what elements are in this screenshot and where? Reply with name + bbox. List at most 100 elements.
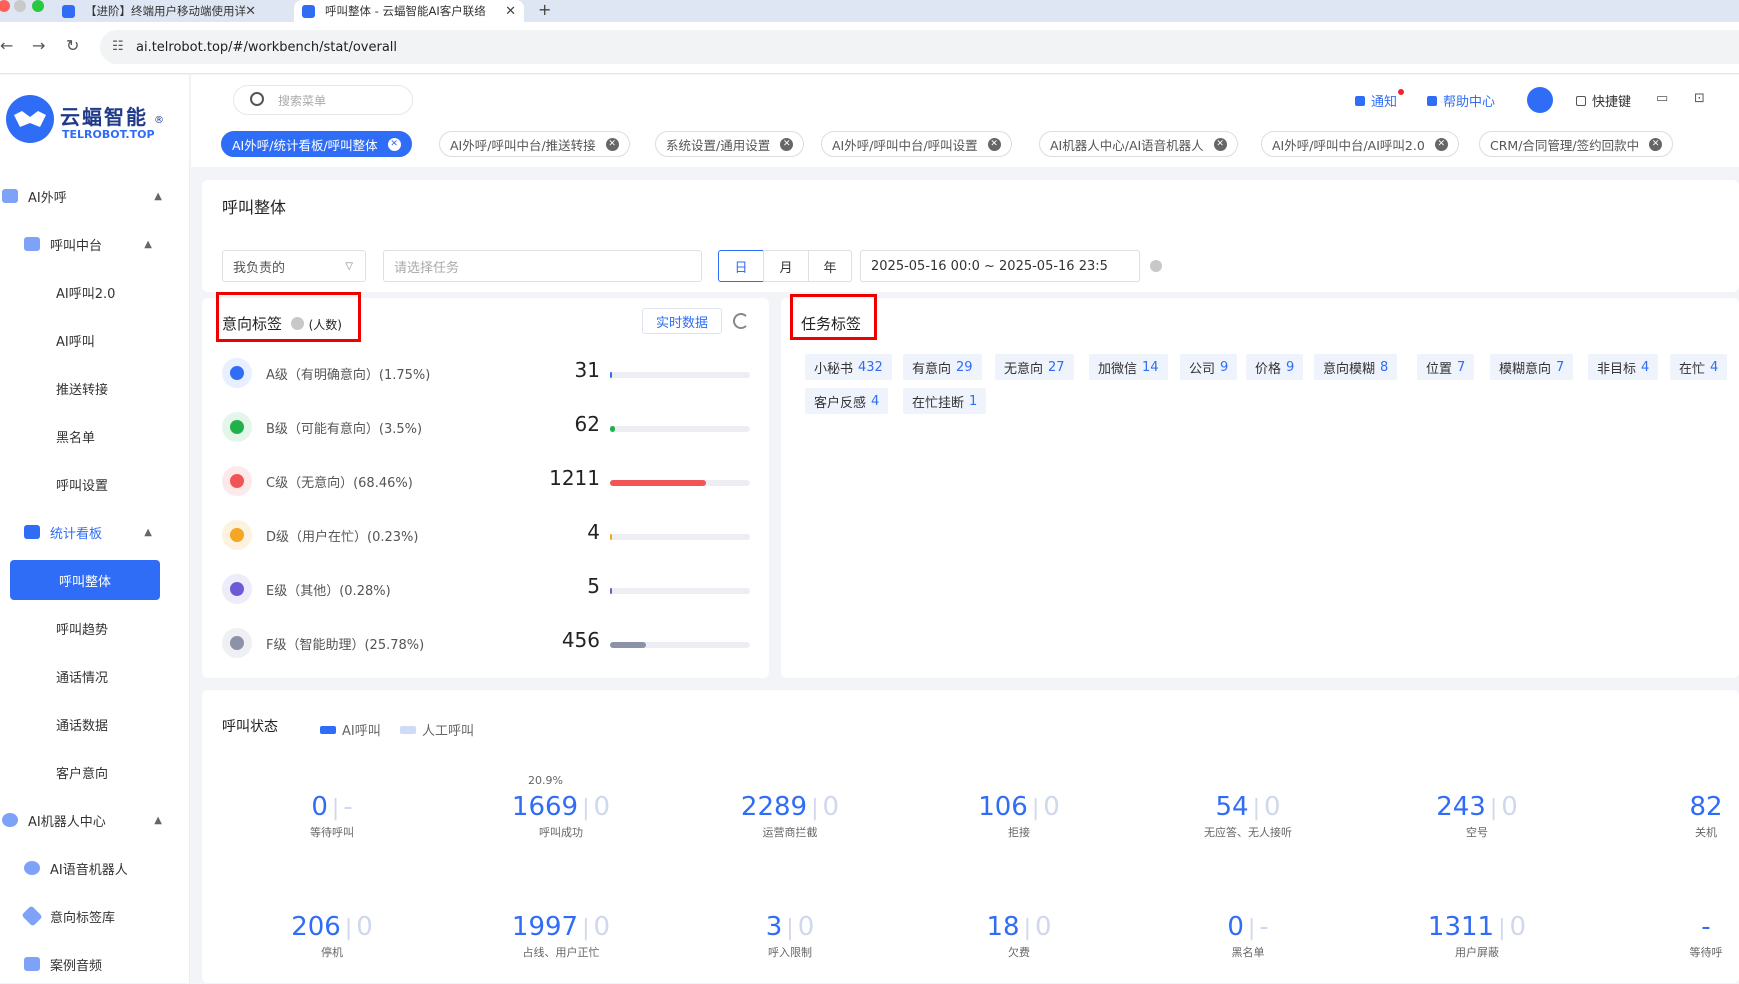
sidebar-item-customer-intent[interactable]: 客户意向 [0, 752, 190, 792]
url-field[interactable]: ☷ ai.telrobot.top/#/workbench/stat/overa… [100, 30, 1739, 64]
progress-bar [610, 372, 750, 378]
shortcut-button[interactable]: 快捷键 [1576, 91, 1631, 110]
task-tag-chip[interactable]: 客户反感 4 [805, 388, 889, 414]
favicon-icon [62, 4, 75, 18]
screenshot-icon[interactable]: ⊡ [1694, 91, 1705, 106]
task-tag-chip[interactable]: 无意向 27 [995, 354, 1074, 380]
sidebar-item-push-transfer[interactable]: 推送转接 [0, 368, 190, 408]
sidebar-group-ai-robot-center[interactable]: AI机器人中心 ▲ [0, 800, 190, 840]
window-icon[interactable]: ▭ [1656, 91, 1668, 106]
task-tag-chip[interactable]: 意向模糊 8 [1314, 354, 1398, 380]
close-window-icon[interactable] [0, 0, 10, 12]
sidebar-item-call-data[interactable]: 通话数据 [0, 704, 190, 744]
new-tab-button[interactable]: + [538, 0, 551, 19]
page-tab-label: AI外呼/呼叫中台/推送转接 [450, 137, 596, 153]
task-tag-chip[interactable]: 有意向 29 [903, 354, 982, 380]
close-tab-icon[interactable]: ✕ [605, 137, 619, 151]
stat-manual-value: - [1259, 912, 1269, 942]
chart-icon [24, 525, 40, 539]
period-day-button[interactable]: 日 [718, 250, 764, 282]
page-tab-ai-call-2[interactable]: AI外呼/呼叫中台/AI呼叫2.0 ✕ [1261, 131, 1459, 157]
minimize-window-icon[interactable] [14, 0, 26, 12]
progress-bar [610, 480, 750, 486]
page-tab-call-settings[interactable]: AI外呼/呼叫中台/呼叫设置 ✕ [821, 131, 1012, 157]
owner-select[interactable]: 我负责的 ▽ [222, 250, 366, 282]
browser-tab[interactable]: 【进阶】终端用户移动端使用详 ✕ [54, 0, 264, 22]
page-tab-contract-payment[interactable]: CRM/合同管理/签约回款中 ✕ [1479, 131, 1674, 157]
sidebar-item-intent-tag-library[interactable]: 意向标签库 [0, 896, 190, 936]
progress-fill [610, 480, 706, 486]
notification-dot [1398, 89, 1404, 95]
info-icon[interactable] [290, 317, 304, 330]
sidebar-group-call-center[interactable]: 呼叫中台 ▲ [0, 224, 190, 264]
task-tag-chip[interactable]: 加微信 14 [1089, 354, 1168, 380]
page-tab-call-overall[interactable]: AI外呼/统计看板/呼叫整体 ✕ [221, 131, 412, 157]
sidebar-item-call-overall[interactable]: 呼叫整体 [10, 560, 160, 600]
help-center-button[interactable]: 帮助中心 [1427, 91, 1495, 110]
date-range-picker[interactable]: 2025-05-16 00:0 ~ 2025-05-16 23:5 [860, 250, 1140, 282]
sidebar-item-call-settings[interactable]: 呼叫设置 [0, 464, 190, 504]
task-tag-chip[interactable]: 公司 9 [1180, 354, 1238, 380]
forward-icon[interactable]: → [32, 36, 45, 55]
call-status-stat: 0 | - 等待呼叫 [262, 792, 402, 840]
sidebar-item-ai-call-2[interactable]: AI呼叫2.0 [0, 272, 190, 312]
task-tag-chip[interactable]: 价格 9 [1246, 354, 1304, 380]
browser-tab-title: 【进阶】终端用户移动端使用详 [85, 4, 246, 18]
reload-icon[interactable]: ↻ [66, 36, 79, 55]
call-status-title: 呼叫状态 [222, 719, 278, 735]
info-icon[interactable] [1150, 260, 1162, 272]
task-tag-chip[interactable]: 小秘书 432 [805, 354, 892, 380]
task-tag-chip[interactable]: 位置 7 [1417, 354, 1475, 380]
back-icon[interactable]: ← [0, 36, 13, 55]
close-tab-icon[interactable]: ✕ [245, 4, 256, 19]
sidebar-group-label: 统计看板 [50, 526, 103, 542]
close-tab-icon[interactable]: ✕ [780, 137, 794, 151]
page-tab-push-transfer[interactable]: AI外呼/呼叫中台/推送转接 ✕ [439, 131, 630, 157]
task-select[interactable]: 请选择任务 [383, 250, 702, 282]
close-tab-icon[interactable]: ✕ [987, 137, 1001, 151]
registered-mark: ® [154, 115, 164, 126]
task-tag-chip[interactable]: 在忙挂断 1 [903, 388, 987, 414]
maximize-window-icon[interactable] [32, 0, 44, 12]
browser-tab-active[interactable]: 呼叫整体 - 云蝠智能AI客户联络 ✕ [294, 0, 524, 22]
realtime-data-button[interactable]: 实时数据 [642, 308, 722, 334]
progress-fill [610, 534, 612, 540]
sidebar-item-ai-call[interactable]: AI呼叫 [0, 320, 190, 360]
tag-name: 意向模糊 [1323, 361, 1376, 377]
intent-title-text: 意向标签 [222, 315, 283, 333]
task-tag-chip[interactable]: 非目标 4 [1588, 354, 1659, 380]
close-tab-icon[interactable]: ✕ [1649, 137, 1663, 151]
logo-text: 云蝠智能 [60, 105, 148, 129]
sidebar-item-blacklist[interactable]: 黑名单 [0, 416, 190, 456]
avatar[interactable] [1527, 87, 1553, 113]
task-tag-chip[interactable]: 在忙 4 [1670, 354, 1728, 380]
stat-label: 等待呼叫 [310, 826, 354, 839]
period-year-button[interactable]: 年 [808, 250, 852, 282]
legend-manual[interactable]: 人工呼叫 [400, 720, 474, 739]
stat-label: 占线、用户正忙 [522, 946, 600, 959]
task-tag-chip[interactable]: 模糊意向 7 [1490, 354, 1574, 380]
menu-search-input[interactable]: 搜索菜单 [233, 85, 413, 115]
site-settings-icon[interactable]: ☷ [112, 39, 124, 54]
close-tab-icon[interactable]: ✕ [505, 4, 516, 19]
chevron-up-icon: ▲ [144, 526, 152, 538]
sidebar-item-ai-voice-robot[interactable]: AI语音机器人 [0, 848, 190, 888]
sidebar-item-case-audio[interactable]: 案例音频 [0, 944, 190, 984]
sidebar-group-ai-outbound[interactable]: AI外呼 ▲ [0, 176, 190, 216]
tag-count: 432 [858, 359, 883, 375]
sidebar-group-stats-board[interactable]: 统计看板 ▲ [0, 512, 190, 552]
notify-button[interactable]: 通知 [1355, 91, 1397, 110]
sidebar-item-call-situation[interactable]: 通话情况 [0, 656, 190, 696]
divider: | [811, 796, 819, 821]
intent-count: 4 [587, 520, 600, 544]
call-status-stat: 3 | 0 呼入限制 [720, 912, 860, 960]
legend-ai[interactable]: AI呼叫 [320, 720, 381, 739]
page-tab-general-settings[interactable]: 系统设置/通用设置 ✕ [655, 131, 805, 157]
sidebar-item-call-trend[interactable]: 呼叫趋势 [0, 608, 190, 648]
period-month-button[interactable]: 月 [763, 250, 809, 282]
refresh-icon[interactable] [733, 313, 749, 329]
close-tab-icon[interactable]: ✕ [1434, 137, 1448, 151]
page-tab-ai-voice-robot[interactable]: AI机器人中心/AI语音机器人 ✕ [1039, 131, 1238, 157]
close-tab-icon[interactable]: ✕ [387, 137, 401, 151]
close-tab-icon[interactable]: ✕ [1213, 137, 1227, 151]
